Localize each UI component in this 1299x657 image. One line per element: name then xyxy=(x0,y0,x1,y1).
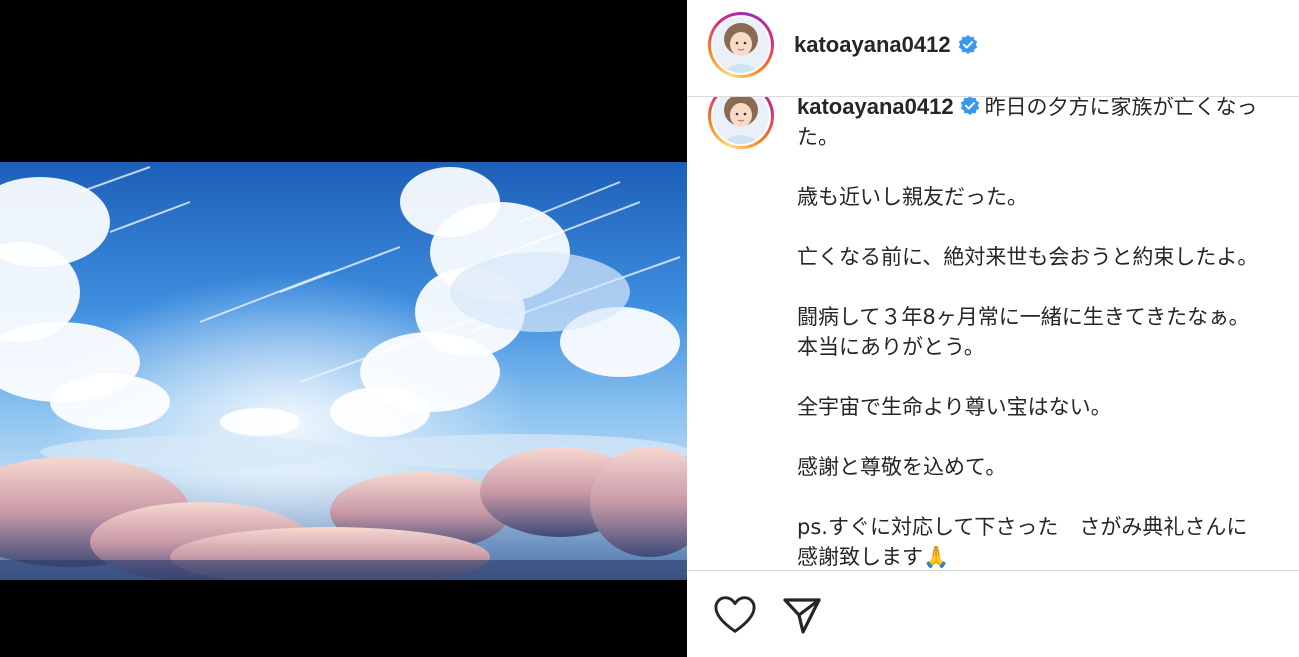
caption-line: 本当にありがとう。 xyxy=(797,335,985,359)
caption-paragraph: ps.すぐに対応して下さった さがみ典礼さんに 感謝致します🙏 xyxy=(797,512,1297,570)
caption-paragraph: 全宇宙で生命より尊い宝はない。 xyxy=(797,392,1297,422)
caption-paragraphs: 歳も近いし親友だった。 亡くなる前に、絶対来世も会おうと約束したよ。 闘病して３年8… xyxy=(797,182,1297,570)
caption-line: ps.すぐに対応して下さった さがみ典礼さんに xyxy=(797,515,1248,539)
post-header: katoayana0412 xyxy=(687,0,1299,97)
caption-paragraph: 闘病して３年8ヶ月常に一緒に生きてきたなぁ。 本当にありがとう。 xyxy=(797,302,1297,362)
caption-line: た。 xyxy=(797,125,839,149)
caption-line: 闘病して３年8ヶ月常に一緒に生きてきたなぁ。 xyxy=(797,305,1250,329)
caption-paragraph: 感謝と尊敬を込めて。 xyxy=(797,452,1297,482)
heart-icon[interactable] xyxy=(713,595,757,635)
verified-badge-icon xyxy=(960,95,979,116)
caption-line: 感謝と尊敬を込めて。 xyxy=(797,455,1007,479)
caption-text: katoayana0412 昨日の夕方に家族が亡くなっ た。 歳も近いし親友だっ… xyxy=(797,92,1297,570)
action-bar xyxy=(687,570,1299,657)
caption-paragraph: 歳も近いし親友だった。 xyxy=(797,182,1297,212)
caption-line: 全宇宙で生命より尊い宝はない。 xyxy=(797,395,1112,419)
caption-username[interactable]: katoayana0412 xyxy=(797,94,954,119)
sky-clouds-image xyxy=(0,162,687,580)
avatar[interactable] xyxy=(708,12,774,78)
paper-plane-icon[interactable] xyxy=(782,595,822,635)
verified-badge-icon xyxy=(958,34,978,55)
caption-line: 歳も近いし親友だった。 xyxy=(797,185,1028,209)
post-panel: katoayana0412 katoayana0412 昨日の夕方に家族が亡くな xyxy=(687,0,1299,657)
caption-area: katoayana0412 昨日の夕方に家族が亡くなっ た。 歳も近いし親友だっ… xyxy=(687,80,1299,570)
profile-photo-icon xyxy=(713,17,769,73)
caption-line: 亡くなる前に、絶対来世も会おうと約束したよ。 xyxy=(797,245,1259,269)
caption-line: 感謝致します🙏 xyxy=(797,545,950,569)
caption-paragraph: 亡くなる前に、絶対来世も会おうと約束したよ。 xyxy=(797,242,1297,272)
post-media[interactable] xyxy=(0,0,687,657)
caption-line: 昨日の夕方に家族が亡くなっ xyxy=(984,95,1258,119)
header-username[interactable]: katoayana0412 xyxy=(794,31,951,59)
